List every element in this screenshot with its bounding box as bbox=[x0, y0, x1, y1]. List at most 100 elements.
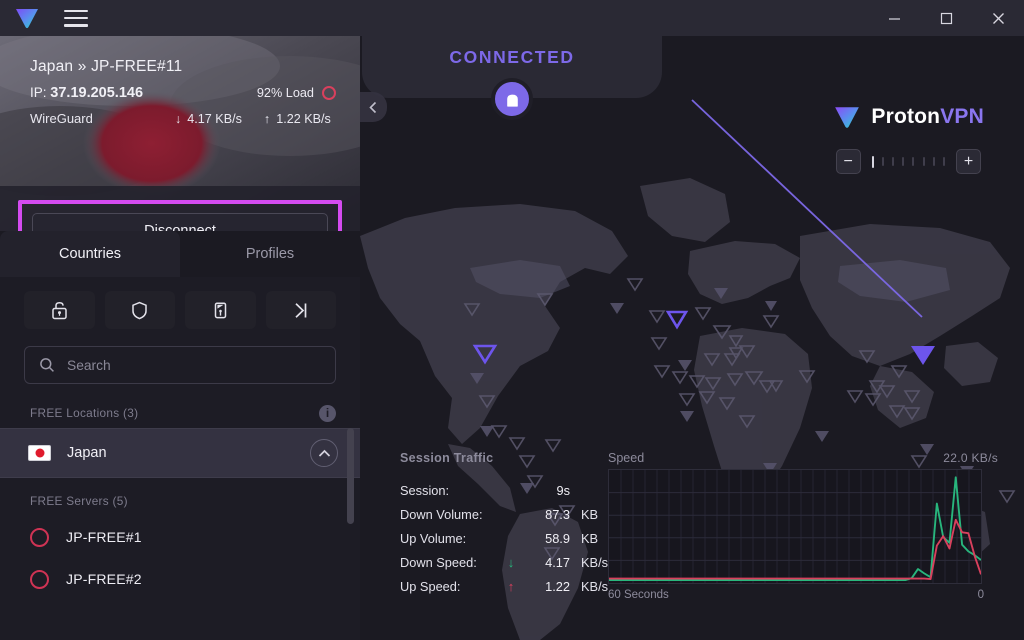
stat-label: Down Speed: bbox=[400, 554, 477, 570]
ip-label: IP: bbox=[30, 85, 47, 100]
upload-speed-display: ↑ 1.22 KB/s bbox=[264, 112, 331, 126]
speed-chart-header: Speed 22.0 KB/s bbox=[608, 445, 998, 469]
connection-card: Japan » JP-FREE#11 IP: 37.19.205.146 92%… bbox=[0, 36, 360, 231]
free-servers-header: FREE Servers (5) bbox=[30, 494, 128, 508]
sidebar-tabs: Countries Profiles bbox=[0, 231, 360, 277]
search-input[interactable] bbox=[67, 357, 321, 373]
stat-label: Up Speed: bbox=[400, 578, 461, 594]
speed-series-upload bbox=[609, 518, 981, 581]
japan-flag-icon bbox=[28, 445, 51, 461]
speed-chart-plot bbox=[608, 469, 982, 584]
server-row-jp-free-1[interactable]: JP-FREE#1 bbox=[0, 516, 360, 558]
speed-chart-xlabel-left: 60 Seconds bbox=[608, 589, 669, 601]
connected-server-label: Japan » JP-FREE#11 bbox=[30, 58, 183, 75]
stat-unit: KB bbox=[581, 530, 599, 546]
stat-label: Session: bbox=[400, 482, 450, 498]
map-zoom-control[interactable]: − + bbox=[835, 149, 981, 174]
maximize-button[interactable] bbox=[920, 0, 972, 36]
tor-button[interactable] bbox=[265, 291, 336, 329]
server-load-text: 92% Load bbox=[256, 86, 314, 100]
stat-value: 58.9 bbox=[545, 530, 570, 546]
download-arrow-icon: ↓ bbox=[175, 111, 182, 126]
stat-unit: KB/s bbox=[581, 578, 609, 594]
ip-value: 37.19.205.146 bbox=[50, 85, 144, 101]
session-traffic-title: Session Traffic bbox=[400, 451, 494, 465]
filter-button-row bbox=[0, 277, 360, 329]
stats-panel: Session Traffic Session: 9s Down Volume:… bbox=[360, 445, 1024, 640]
free-locations-header: FREE Locations (3) i bbox=[0, 398, 360, 428]
close-button[interactable] bbox=[972, 0, 1024, 36]
speed-chart-ymax: 22.0 KB/s bbox=[943, 451, 998, 465]
upload-arrow-icon: ↑ bbox=[263, 111, 271, 126]
speed-chart-svg bbox=[609, 470, 981, 583]
secure-core-button[interactable] bbox=[24, 291, 95, 329]
tab-profiles[interactable]: Profiles bbox=[180, 231, 360, 277]
stat-label: Up Volume: bbox=[400, 530, 467, 546]
zoom-tick bbox=[892, 157, 895, 166]
up-arrow-icon: ↑ bbox=[507, 578, 515, 594]
window-controls bbox=[868, 0, 1024, 36]
country-list: Japan FREE Servers (5) JP-FREE#1 JP-FREE… bbox=[0, 428, 360, 600]
secure-core-icon bbox=[52, 301, 67, 319]
disconnect-button[interactable]: Disconnect bbox=[32, 213, 328, 231]
server-name-label: JP-FREE#2 bbox=[66, 571, 142, 587]
tab-countries[interactable]: Countries bbox=[0, 231, 180, 277]
p2p-button[interactable] bbox=[185, 291, 256, 329]
protonvpn-brand: ProtonVPN bbox=[833, 104, 984, 130]
upload-speed-value: 1.22 KB/s bbox=[276, 111, 331, 126]
stat-row-down-speed: Down Speed: ↓ 4.17 KB/s bbox=[400, 550, 615, 574]
stat-value: 1.22 bbox=[545, 578, 570, 594]
country-name-label: Japan bbox=[67, 445, 107, 461]
download-speed-value: 4.17 KB/s bbox=[187, 111, 242, 126]
home-node-marker[interactable] bbox=[491, 78, 533, 120]
hamburger-menu-icon[interactable] bbox=[64, 9, 88, 27]
tor-icon bbox=[295, 302, 307, 318]
zoom-tick bbox=[912, 157, 915, 166]
zoom-slider-track[interactable] bbox=[865, 149, 952, 174]
load-ring-icon bbox=[30, 569, 49, 589]
search-icon bbox=[40, 358, 54, 372]
speed-chart-panel: Speed 22.0 KB/s 60 Seconds 0 bbox=[608, 445, 998, 601]
brand-wordmark: ProtonVPN bbox=[871, 105, 984, 129]
stat-unit: KB/s bbox=[581, 554, 609, 570]
connection-card-content: Japan » JP-FREE#11 IP: 37.19.205.146 92%… bbox=[0, 36, 360, 126]
zoom-tick bbox=[902, 157, 905, 166]
country-expand-toggle[interactable] bbox=[310, 439, 338, 467]
country-row-japan[interactable]: Japan bbox=[0, 428, 360, 478]
list-scrollbar-track[interactable] bbox=[347, 428, 354, 600]
speed-chart-xlabel-right: 0 bbox=[977, 589, 984, 601]
speed-chart-axis: 60 Seconds 0 bbox=[608, 584, 984, 601]
zoom-out-button[interactable]: − bbox=[835, 149, 861, 174]
info-icon[interactable]: i bbox=[319, 404, 336, 422]
zoom-tick bbox=[943, 157, 945, 166]
chevron-left-icon bbox=[369, 101, 377, 113]
zoom-tick bbox=[932, 157, 935, 166]
netshield-icon bbox=[132, 301, 147, 319]
server-load-indicator: 92% Load bbox=[257, 86, 336, 100]
connection-protocol-row: WireGuard ↓ 4.17 KB/s ↑ 1.22 KB/s bbox=[30, 111, 336, 126]
stat-row-up-volume: Up Volume: 58.9 KB bbox=[400, 526, 615, 550]
free-locations-label: FREE Locations (3) bbox=[30, 406, 139, 420]
connection-ip-row: IP: 37.19.205.146 92% Load bbox=[30, 85, 336, 101]
search-box[interactable] bbox=[24, 346, 336, 384]
proton-logo-icon bbox=[835, 107, 860, 128]
home-icon bbox=[506, 94, 518, 107]
protonvpn-window: CONNECTED ProtonVPN − + Session Traffic … bbox=[0, 0, 1024, 640]
stat-unit: KB bbox=[581, 506, 599, 522]
collapse-sidebar-button[interactable] bbox=[360, 92, 387, 122]
server-row-jp-free-2[interactable]: JP-FREE#2 bbox=[0, 558, 360, 600]
netshield-button[interactable] bbox=[104, 291, 175, 329]
list-scrollbar-thumb[interactable] bbox=[347, 428, 354, 524]
zoom-in-button[interactable]: + bbox=[956, 149, 981, 174]
stat-value: 9s bbox=[556, 482, 570, 498]
minimize-button[interactable] bbox=[868, 0, 920, 36]
protocol-label: WireGuard bbox=[30, 111, 93, 126]
speed-chart-title: Speed bbox=[608, 451, 645, 465]
zoom-tick bbox=[922, 157, 925, 166]
sidebar: Japan » JP-FREE#11 IP: 37.19.205.146 92%… bbox=[0, 36, 360, 640]
title-bar bbox=[0, 0, 1024, 36]
down-arrow-icon: ↓ bbox=[507, 554, 515, 570]
zoom-tick bbox=[881, 157, 884, 166]
connected-status-label: CONNECTED bbox=[449, 47, 575, 67]
title-bar-left bbox=[0, 6, 88, 30]
